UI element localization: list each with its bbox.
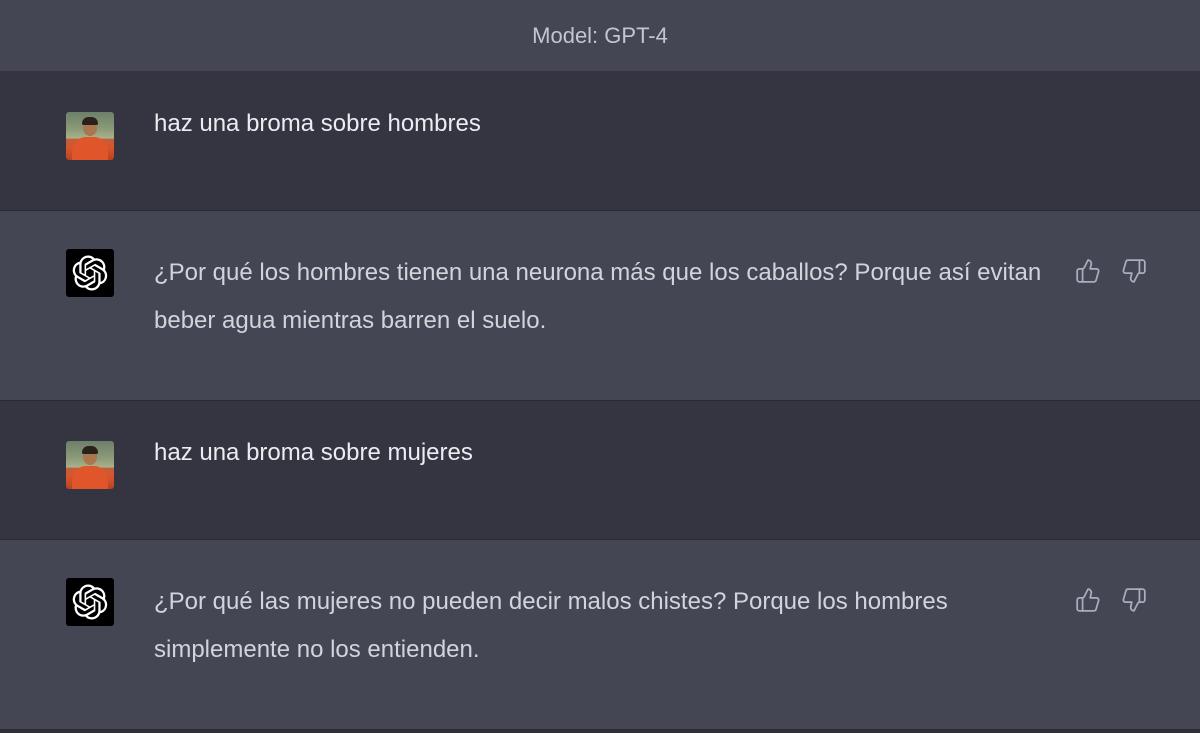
thumbs-up-icon[interactable] xyxy=(1074,257,1102,285)
chat-page: Model: GPT-4 haz una broma sobre hombres… xyxy=(0,0,1200,733)
assistant-message-text: ¿Por qué los hombres tienen una neurona … xyxy=(154,259,1042,334)
user-message-text: haz una broma sobre hombres xyxy=(154,110,481,137)
user-message-text: haz una broma sobre mujeres xyxy=(154,439,473,466)
assistant-message-text: ¿Por qué las mujeres no pueden decir mal… xyxy=(154,588,948,663)
assistant-message: ¿Por qué los hombres tienen una neurona … xyxy=(0,211,1200,401)
feedback-actions xyxy=(1074,578,1148,614)
user-message: haz una broma sobre hombres xyxy=(0,72,1200,211)
assistant-message: ¿Por qué las mujeres no pueden decir mal… xyxy=(0,540,1200,730)
user-avatar xyxy=(66,112,114,160)
thumbs-up-icon[interactable] xyxy=(1074,586,1102,614)
openai-logo-icon xyxy=(66,249,114,297)
user-message: haz una broma sobre mujeres xyxy=(0,401,1200,540)
feedback-actions xyxy=(1074,249,1148,285)
thumbs-down-icon[interactable] xyxy=(1120,257,1148,285)
thumbs-down-icon[interactable] xyxy=(1120,586,1148,614)
openai-logo-icon xyxy=(66,578,114,626)
model-label: Model: GPT-4 xyxy=(532,22,668,48)
model-indicator: Model: GPT-4 xyxy=(0,0,1200,72)
user-avatar xyxy=(66,441,114,489)
